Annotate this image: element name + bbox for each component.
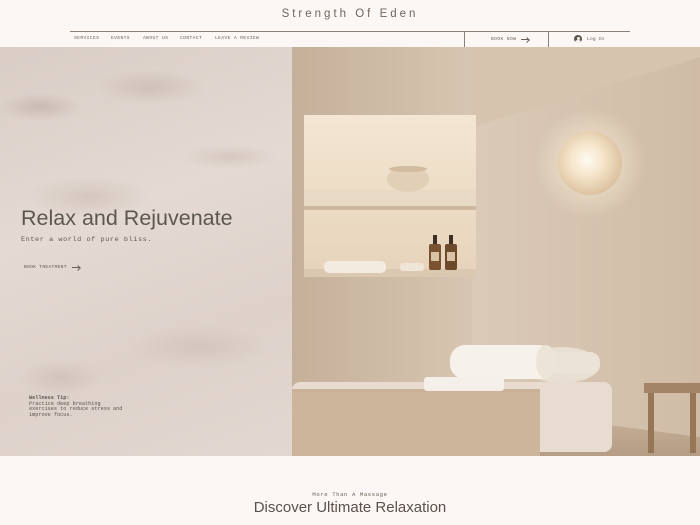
- hero-subheadline: Enter a world of pure bliss.: [21, 236, 153, 244]
- wellness-tip-body: Practice deep breathing exercises to red…: [29, 400, 123, 418]
- wellness-tip: Wellness Tip: Practice deep breathing ex…: [29, 395, 129, 418]
- hero-headline: Relax and Rejuvenate: [21, 206, 233, 230]
- spa-room-illustration: [292, 47, 700, 456]
- login-button[interactable]: Log In: [574, 35, 604, 43]
- nav-item-events[interactable]: EVENTS: [111, 36, 130, 41]
- user-icon: [574, 35, 582, 43]
- nav-divider: [464, 32, 465, 47]
- arrow-right-icon: [71, 267, 80, 268]
- nav-item-about-us[interactable]: ABOUT US: [143, 36, 168, 41]
- main-nav: SERVICES EVENTS ABOUT US CONTACT LEAVE A…: [70, 31, 630, 47]
- hero-spa-image: [292, 47, 700, 456]
- hero-section: Relax and Rejuvenate Enter a world of pu…: [0, 47, 700, 456]
- nav-item-leave-a-review[interactable]: LEAVE A REVIEW: [215, 36, 259, 41]
- book-now-button[interactable]: BOOK NOW: [491, 37, 530, 42]
- nav-item-services[interactable]: SERVICES: [74, 36, 99, 41]
- book-now-label: BOOK NOW: [491, 37, 517, 42]
- arrow-right-icon: [521, 39, 530, 40]
- book-treatment-label: BOOK TREATMENT: [24, 265, 67, 270]
- section-kicker: More Than A Massage: [312, 491, 388, 498]
- site-title[interactable]: Strength Of Eden: [0, 8, 700, 20]
- nav-divider: [548, 32, 549, 47]
- book-treatment-button[interactable]: BOOK TREATMENT: [24, 265, 80, 270]
- section-title: Discover Ultimate Relaxation: [253, 499, 447, 516]
- hero-text-panel: Relax and Rejuvenate Enter a world of pu…: [0, 47, 292, 456]
- nav-item-contact[interactable]: CONTACT: [180, 36, 202, 41]
- login-label: Log In: [587, 36, 605, 42]
